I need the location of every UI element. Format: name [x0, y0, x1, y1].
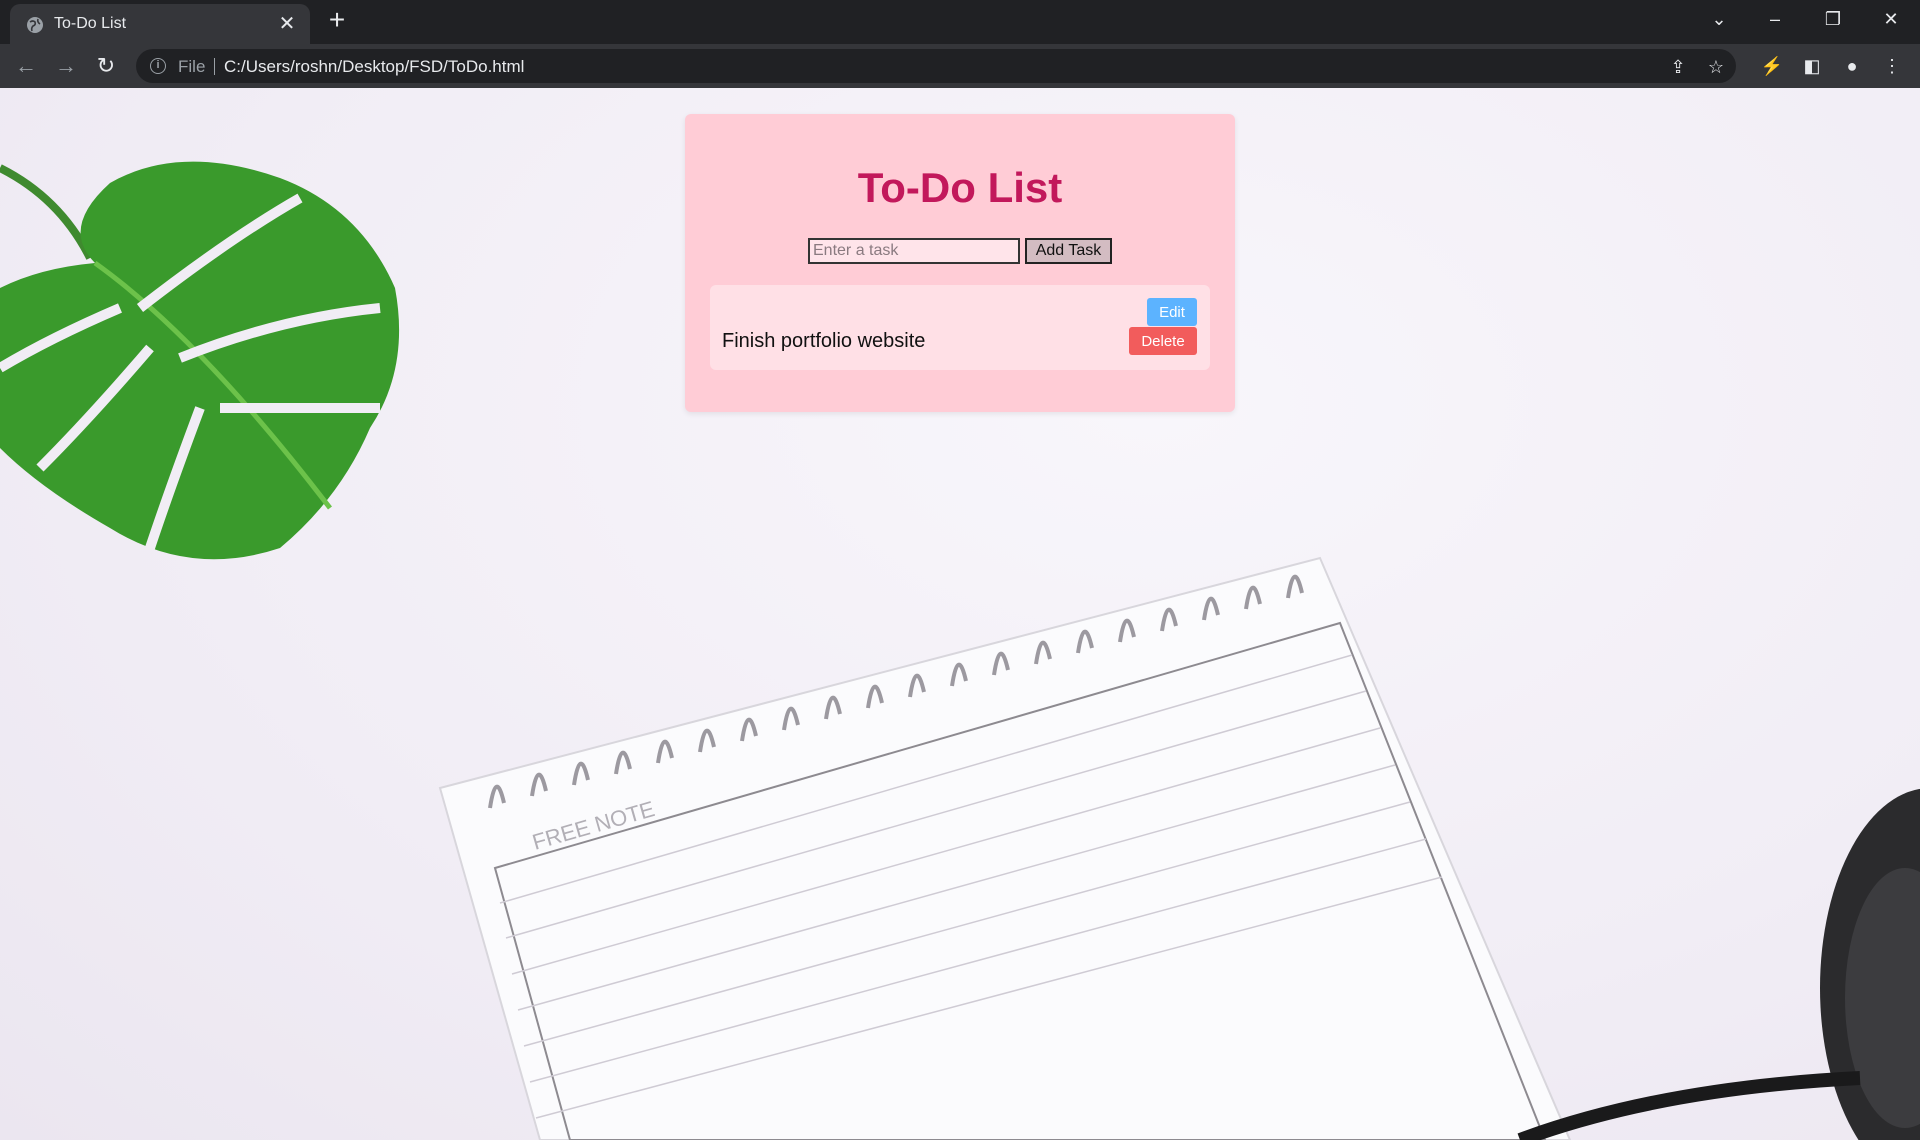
- back-arrow-icon[interactable]: ←: [12, 52, 40, 80]
- plus-icon[interactable]: +: [324, 6, 350, 34]
- profile-icon[interactable]: ●: [1838, 52, 1866, 80]
- info-icon[interactable]: i: [150, 58, 166, 74]
- extension-icon[interactable]: ⚡: [1758, 52, 1786, 80]
- close-icon[interactable]: ✕: [276, 13, 298, 35]
- task-input[interactable]: [808, 238, 1020, 264]
- browser-toolbar: ← → ↻ i File C:/Users/roshn/Desktop/FSD/…: [0, 44, 1920, 88]
- task-text: Finish portfolio website: [722, 330, 926, 352]
- page-title: To-Do List: [857, 164, 1063, 211]
- todo-card: To-Do List Add Task Finish portfolio web…: [685, 114, 1235, 412]
- list-item: Finish portfolio website Edit Delete: [710, 285, 1210, 370]
- minimize-icon[interactable]: –: [1760, 6, 1790, 32]
- browser-tab-strip: To-Do List ✕ + ⌄ – ❐ ✕: [0, 0, 1920, 44]
- star-icon[interactable]: ☆: [1704, 55, 1728, 79]
- side-panel-icon[interactable]: ◧: [1798, 52, 1826, 80]
- edit-button[interactable]: Edit: [1147, 298, 1197, 326]
- reload-icon[interactable]: ↻: [92, 52, 120, 80]
- add-task-button[interactable]: Add Task: [1025, 238, 1112, 264]
- share-icon[interactable]: ⇪: [1666, 55, 1690, 79]
- restore-icon[interactable]: ❐: [1818, 6, 1848, 32]
- url-separator: [214, 58, 215, 75]
- notebook-illustration: FREE NOTE: [438, 556, 1572, 1140]
- url-text[interactable]: C:/Users/roshn/Desktop/FSD/ToDo.html: [224, 57, 524, 77]
- chevron-down-icon[interactable]: ⌄: [1704, 6, 1734, 32]
- delete-button[interactable]: Delete: [1129, 327, 1197, 355]
- page-viewport: FREE NOTE To-Do List Add Task Finish por…: [0, 88, 1920, 1140]
- browser-tab-active[interactable]: To-Do List ✕: [10, 4, 310, 44]
- tab-title: To-Do List: [54, 15, 127, 32]
- globe-icon: [27, 17, 43, 33]
- leaf-illustration: [0, 161, 400, 560]
- headphones-illustration: [1517, 788, 1920, 1140]
- kebab-menu-icon[interactable]: ⋮: [1878, 52, 1906, 80]
- close-icon[interactable]: ✕: [1876, 6, 1906, 32]
- url-scheme: File: [178, 57, 206, 76]
- address-bar[interactable]: i File C:/Users/roshn/Desktop/FSD/ToDo.h…: [136, 49, 1736, 83]
- forward-arrow-icon[interactable]: →: [52, 52, 80, 80]
